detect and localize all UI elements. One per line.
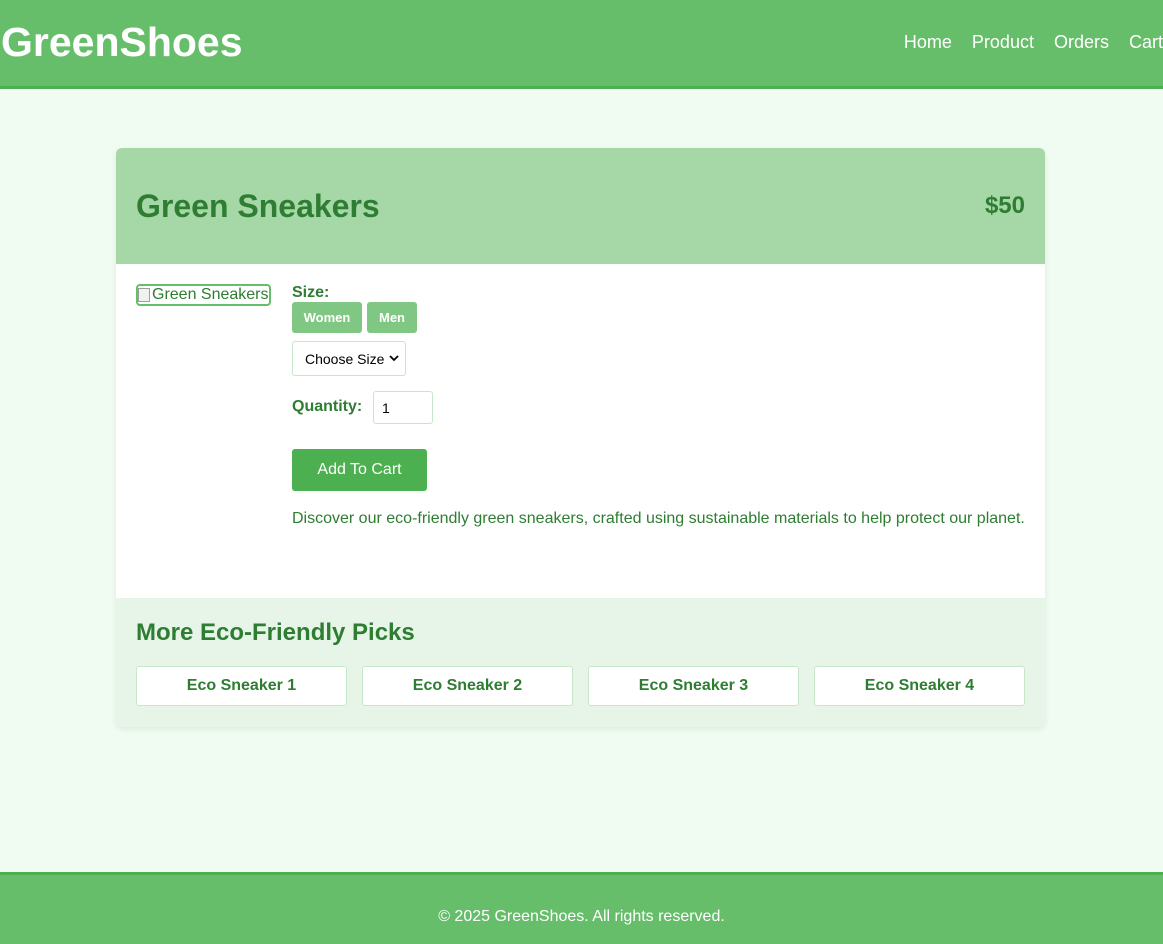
size-men-button[interactable]: Men bbox=[367, 302, 417, 333]
size-select-value: Choose Size bbox=[305, 350, 385, 367]
main-nav: Home Product Orders Cart bbox=[884, 31, 1163, 53]
quantity-input[interactable] bbox=[373, 391, 433, 424]
pick-item[interactable]: Eco Sneaker 1 bbox=[136, 666, 347, 706]
broken-image-icon bbox=[138, 288, 150, 302]
product-price: $50 bbox=[984, 192, 1025, 219]
product-description: Discover our eco-friendly green sneakers… bbox=[292, 510, 1025, 527]
product-title: Green Sneakers bbox=[136, 188, 380, 224]
size-label: Size: bbox=[292, 284, 330, 301]
product-card: Green Sneakers $50 Green Sneakers Size: … bbox=[116, 148, 1045, 727]
site-footer: © 2025 GreenShoes. All rights reserved. bbox=[0, 872, 1163, 944]
picks-list: Eco Sneaker 1 Eco Sneaker 2 Eco Sneaker … bbox=[136, 666, 1025, 706]
nav-cart[interactable]: Cart bbox=[1129, 31, 1163, 53]
add-to-cart-button[interactable]: Add To Cart bbox=[292, 449, 427, 491]
product-image: Green Sneakers bbox=[136, 284, 271, 306]
nav-orders[interactable]: Orders bbox=[1054, 31, 1109, 53]
pick-item[interactable]: Eco Sneaker 3 bbox=[588, 666, 799, 706]
more-picks-title: More Eco-Friendly Picks bbox=[136, 619, 415, 646]
nav-home[interactable]: Home bbox=[904, 31, 952, 53]
pick-item[interactable]: Eco Sneaker 2 bbox=[362, 666, 573, 706]
nav-product[interactable]: Product bbox=[972, 31, 1034, 53]
product-header: Green Sneakers $50 bbox=[116, 148, 1045, 264]
product-image-alt: Green Sneakers bbox=[152, 286, 269, 303]
more-picks-section: More Eco-Friendly Picks Eco Sneaker 1 Ec… bbox=[116, 598, 1045, 727]
size-select[interactable]: Choose Size bbox=[292, 341, 406, 376]
brand-logo[interactable]: GreenShoes bbox=[1, 17, 243, 67]
pick-item[interactable]: Eco Sneaker 4 bbox=[814, 666, 1025, 706]
size-women-button[interactable]: Women bbox=[292, 302, 362, 333]
copyright-text: © 2025 GreenShoes. All rights reserved. bbox=[438, 908, 725, 925]
site-header: GreenShoes Home Product Orders Cart bbox=[0, 0, 1163, 89]
quantity-label: Quantity: bbox=[292, 398, 363, 415]
chevron-down-icon bbox=[389, 355, 399, 362]
